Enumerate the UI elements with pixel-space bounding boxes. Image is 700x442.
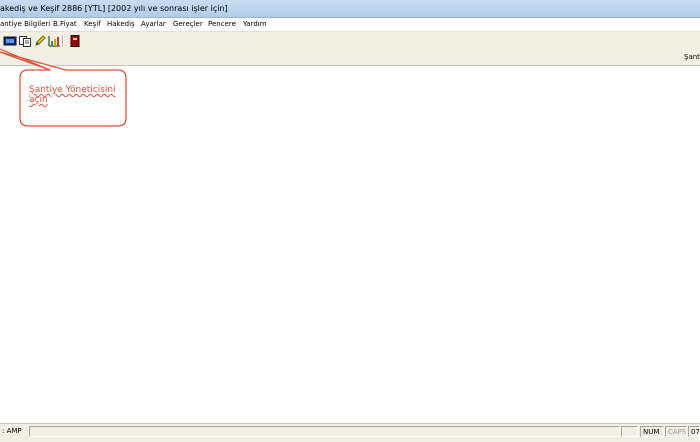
menu-ayarlar[interactable]: Ayarlar: [141, 18, 166, 31]
status-date-panel: 07.: [688, 426, 700, 437]
status-blank-panel: [621, 426, 638, 437]
menu-pencere[interactable]: Pencere: [208, 18, 236, 31]
status-main-panel: [29, 426, 620, 437]
menu-gerecler[interactable]: Gereçler: [173, 18, 203, 31]
callout-line-1: Şantiye Yöneticisini: [29, 85, 116, 95]
window-title: akediş ve Keşif 2886 [YTL] [2002 yılı ve…: [0, 4, 228, 13]
menu-yardim[interactable]: Yardım: [243, 18, 267, 31]
status-left-text: : AMP: [2, 427, 22, 435]
callout-line-2: açın: [29, 95, 48, 105]
status-num-indicator: NUM: [640, 426, 664, 437]
santiye-tab-label[interactable]: Şant: [684, 50, 700, 65]
title-bar: akediş ve Keşif 2886 [YTL] [2002 yılı ve…: [0, 0, 700, 18]
menu-hakedis[interactable]: Hakediş: [107, 18, 135, 31]
callout-box: Şantiye Yöneticisini açın: [29, 85, 124, 105]
menu-bar: antiye Bilgileri B.Fiyat Keşif Hakediş A…: [0, 18, 700, 31]
menu-b-fiyat[interactable]: B.Fiyat: [53, 18, 77, 31]
status-caps-indicator: CAPS: [665, 426, 687, 437]
status-bar: : AMP NUM CAPS 07.: [0, 423, 700, 442]
menu-santiye-bilgileri[interactable]: antiye Bilgileri: [0, 18, 50, 31]
menu-kesif[interactable]: Keşif: [84, 18, 101, 31]
